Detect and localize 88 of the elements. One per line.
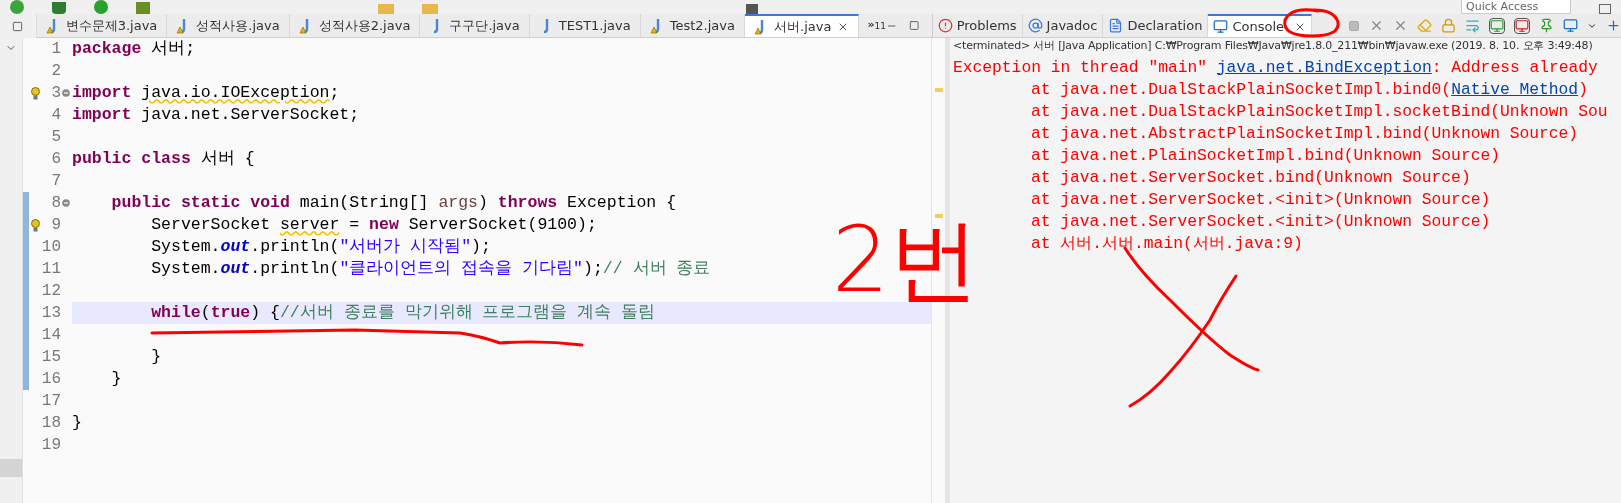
code-line: package 서버; (72, 38, 196, 60)
console-line: at java.net.ServerSocket.<init>(Unknown Source) (1030, 210, 1491, 233)
scrollbar-thumb[interactable] (0, 459, 22, 477)
line-number: 7 (50, 171, 61, 192)
console-line: at java.net.ServerSocket.<init>(Unknown Source) (1030, 188, 1491, 211)
tab-label: 서버.java (774, 17, 832, 36)
tab-label: Problems (956, 16, 1017, 35)
code-line: System.out.println("서버가 시작됨"); (150, 236, 491, 258)
code-line: import java.net.ServerSocket; (72, 104, 360, 126)
fold-icon[interactable] (61, 89, 70, 97)
editor-tab[interactable]: 성적사용2.java (289, 14, 421, 37)
console-line: at java.net.PlainSocketImpl.bind(Unknown Source) (1030, 144, 1500, 167)
editor-tab[interactable]: TEST1.java (529, 14, 641, 37)
tab-overflow-button[interactable]: »11 (859, 14, 886, 37)
line-number: 18 (41, 413, 61, 434)
line-number: 3 (50, 83, 61, 104)
lock-icon[interactable] (1441, 18, 1456, 33)
code-line: } (150, 346, 162, 368)
code-line: public static void main(String[] args) throws Exception { (110, 192, 677, 214)
document-icon (1108, 18, 1124, 33)
tab-label: Console (1232, 17, 1284, 36)
line-number: 1 (50, 39, 61, 60)
code-line: while(true) {//서버 종료를 막기위해 프로그램을 계속 돌림 (150, 302, 656, 324)
editor-tab[interactable]: 성적사용.java (167, 14, 290, 37)
code-line: ServerSocket server = new ServerSocket(9100); (150, 214, 597, 236)
warning-marker[interactable] (935, 88, 943, 92)
perspective-icon[interactable] (1599, 4, 1611, 14)
code-line: } (72, 412, 82, 434)
maximize-icon[interactable] (909, 20, 920, 31)
lightbulb-icon[interactable] (30, 86, 40, 100)
pin-icon[interactable] (1539, 18, 1554, 33)
stop-icon[interactable] (1348, 19, 1360, 32)
warning-marker[interactable] (935, 214, 943, 218)
line-number: 4 (50, 105, 61, 126)
view-tab[interactable]: Javadoc (1022, 14, 1104, 37)
clear-console-icon[interactable] (1417, 18, 1432, 33)
tab-label: 성적사용.java (196, 16, 280, 35)
restore-icon[interactable] (12, 20, 24, 32)
word-wrap-icon[interactable] (1465, 18, 1480, 33)
line-number: 14 (41, 325, 61, 346)
code-line: } (110, 368, 122, 390)
line-number: 8 (50, 193, 61, 214)
line-number: 12 (41, 281, 61, 302)
console-line: Exception in thread "main" java.net.BindException: Address already (953, 56, 1598, 79)
tab-label: Javadoc (1046, 16, 1098, 35)
code-line: import java.io.IOException; (72, 82, 340, 104)
line-number: 5 (50, 127, 61, 148)
console-line: at java.net.AbstractPlainSocketImpl.bind(Unknown Source) (1030, 122, 1579, 145)
line-number: 15 (41, 347, 61, 368)
console-line: at 서버.서버.main(서버.java:9) (1030, 232, 1303, 255)
tab-label: 성적사용2.java (318, 16, 411, 35)
code-line: System.out.println("클라이언트의 접속을 기다림");// 서버 종료 (150, 258, 711, 280)
tab-label: Declaration (1127, 16, 1203, 35)
view-tab[interactable]: Console (1208, 14, 1312, 37)
monitor-icon (1213, 19, 1229, 34)
tab-label: Test2.java (669, 16, 735, 35)
new-console-icon[interactable] (1606, 18, 1621, 33)
line-number: 9 (50, 215, 61, 236)
code-line: public class 서버 { (72, 148, 255, 170)
tab-label: 변수문제3.java (65, 16, 158, 35)
console-line: at java.net.ServerSocket.bind(Unknown Source) (1030, 166, 1471, 189)
view-tab[interactable]: Problems (932, 14, 1023, 37)
editor-tab[interactable]: 구구단.java (420, 14, 530, 37)
console-line: at java.net.DualStackPlainSocketImpl.bind0(Native Method) (1030, 78, 1588, 101)
line-number: 11 (41, 259, 61, 280)
line-number: 6 (50, 149, 61, 170)
tab-label: 구구단.java (449, 16, 520, 35)
stderr-console-icon[interactable] (1514, 17, 1530, 34)
line-number: 19 (41, 435, 61, 456)
problems-icon (937, 18, 953, 33)
quick-access-field[interactable]: Quick Access (1461, 0, 1571, 14)
tab-label: TEST1.java (558, 16, 631, 35)
line-number: 2 (50, 61, 61, 82)
remove-all-icon[interactable] (1393, 18, 1408, 33)
console-header: <terminated> 서버 [Java Application] C:₩Program Files₩Java₩jre1.8.0_211₩bin₩javaw.exe (2019. 8. 10. 오후 3:49:48) (952, 38, 1594, 53)
line-number: 17 (41, 391, 61, 412)
stdout-console-icon[interactable] (1489, 17, 1505, 34)
console-line: at java.net.DualStackPlainSocketImpl.socketBind(Unknown Sou (1030, 100, 1608, 123)
fold-icon[interactable] (61, 199, 70, 207)
display-console-icon[interactable] (1563, 18, 1578, 33)
line-number: 16 (41, 369, 61, 390)
editor-tab[interactable]: 변수문제3.java (36, 14, 168, 37)
at-sign-icon (1027, 18, 1043, 33)
lightbulb-icon[interactable] (30, 218, 40, 232)
line-number: 10 (41, 237, 61, 258)
editor-tab[interactable]: 서버.java (745, 14, 860, 37)
line-number: 13 (41, 303, 61, 324)
remove-icon[interactable] (1369, 18, 1384, 33)
